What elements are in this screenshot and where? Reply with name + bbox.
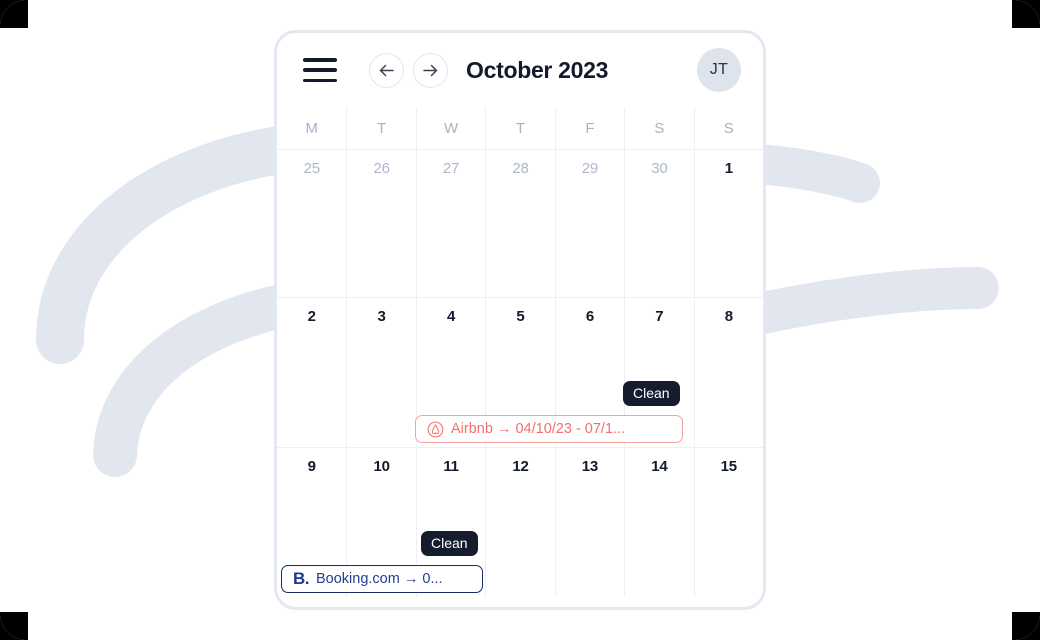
day-number: 29: [581, 160, 599, 177]
calendar-day-cell[interactable]: 1: [693, 150, 763, 297]
weekday-label: S: [624, 107, 693, 149]
calendar-day-cell[interactable]: 29: [554, 150, 624, 297]
calendar-day-cell[interactable]: 2: [277, 298, 346, 447]
corner-mask-top-right: [1012, 0, 1040, 28]
calendar-grid: 25 26 27 28 29 30 1 2 3 4 5 6 7 8 Clean …: [277, 149, 763, 597]
next-month-button[interactable]: [413, 52, 448, 88]
day-number: 14: [651, 458, 668, 475]
corner-mask-bottom-left: [0, 612, 28, 640]
day-number: 4: [446, 308, 456, 325]
day-number: 5: [516, 308, 525, 325]
day-number: 3: [377, 308, 386, 325]
screenshot-canvas: October 2023 JT M T W T F S S 25 26 27 2…: [0, 0, 1040, 640]
calendar-week-row: 2 3 4 5 6 7 8 Clean Airbnb → 04/10/23 - …: [277, 297, 763, 447]
day-number: 1: [724, 160, 733, 177]
calendar-day-cell[interactable]: 3: [346, 298, 415, 447]
day-number: 26: [373, 160, 390, 177]
calendar-day-cell[interactable]: 28: [485, 150, 554, 297]
avatar[interactable]: JT: [697, 48, 741, 92]
page-title: October 2023: [466, 56, 609, 83]
day-number: 11: [443, 458, 459, 475]
day-number: 2: [307, 308, 316, 325]
calendar-day-cell[interactable]: 15: [693, 448, 763, 597]
weekday-header-row: M T W T F S S: [277, 107, 763, 149]
hamburger-bar: [303, 78, 337, 82]
day-number: 15: [720, 458, 737, 475]
clean-task-badge[interactable]: Clean: [623, 381, 680, 406]
booking-event-label: Airbnb → 04/10/23 - 07/1...: [451, 421, 626, 437]
prev-month-button[interactable]: [369, 52, 404, 88]
month-nav-group: [369, 52, 448, 88]
weekday-label: T: [346, 107, 415, 149]
day-number: 25: [303, 160, 320, 177]
calendar-header: October 2023 JT: [277, 33, 763, 107]
hamburger-menu-icon[interactable]: [303, 58, 337, 82]
booking-com-logo-icon: B.: [293, 569, 310, 588]
booking-event-airbnb[interactable]: Airbnb → 04/10/23 - 07/1...: [415, 415, 683, 443]
day-number: 30: [651, 160, 668, 177]
day-number: 27: [442, 160, 460, 177]
weekday-label: F: [554, 107, 624, 149]
calendar-week-row: 9 10 11 12 13 14 15 Clean B. Booking.com…: [277, 447, 763, 597]
arrow-left-icon: [379, 64, 394, 76]
day-number: 10: [373, 458, 390, 475]
arrow-right-icon: [423, 64, 438, 76]
avatar-initials: JT: [709, 61, 729, 78]
day-number: 13: [581, 458, 599, 475]
day-number: 28: [512, 160, 529, 177]
calendar-day-cell[interactable]: 27: [415, 150, 485, 297]
calendar-day-cell[interactable]: 26: [346, 150, 415, 297]
weekday-label: M: [305, 119, 318, 137]
calendar-day-cell[interactable]: 25: [277, 150, 346, 297]
weekday-label: S: [693, 107, 763, 149]
calendar-card: October 2023 JT M T W T F S S 25 26 27 2…: [274, 30, 766, 610]
clean-task-badge[interactable]: Clean: [421, 531, 478, 556]
hamburger-bar: [303, 68, 337, 72]
calendar-day-cell[interactable]: 12: [485, 448, 554, 597]
day-number: 6: [585, 308, 594, 325]
corner-mask-bottom-right: [1012, 612, 1040, 640]
calendar-week-row: 25 26 27 28 29 30 1: [277, 149, 763, 297]
day-number: 8: [724, 308, 733, 325]
weekday-label: T: [485, 107, 554, 149]
calendar-day-cell[interactable]: 30: [624, 150, 693, 297]
booking-event-label: Booking.com → 0...: [316, 571, 443, 587]
day-number: 7: [655, 308, 664, 325]
calendar-day-cell[interactable]: 14: [624, 448, 693, 597]
weekday-label: W: [415, 107, 485, 149]
hamburger-bar: [303, 58, 337, 62]
airbnb-logo-icon: [427, 421, 444, 438]
calendar-day-cell[interactable]: 8: [693, 298, 763, 447]
day-number: 12: [512, 458, 529, 475]
day-number: 9: [307, 458, 316, 475]
calendar-day-cell[interactable]: 13: [554, 448, 624, 597]
corner-mask-top-left: [0, 0, 28, 28]
booking-event-bookingcom[interactable]: B. Booking.com → 0...: [281, 565, 483, 593]
